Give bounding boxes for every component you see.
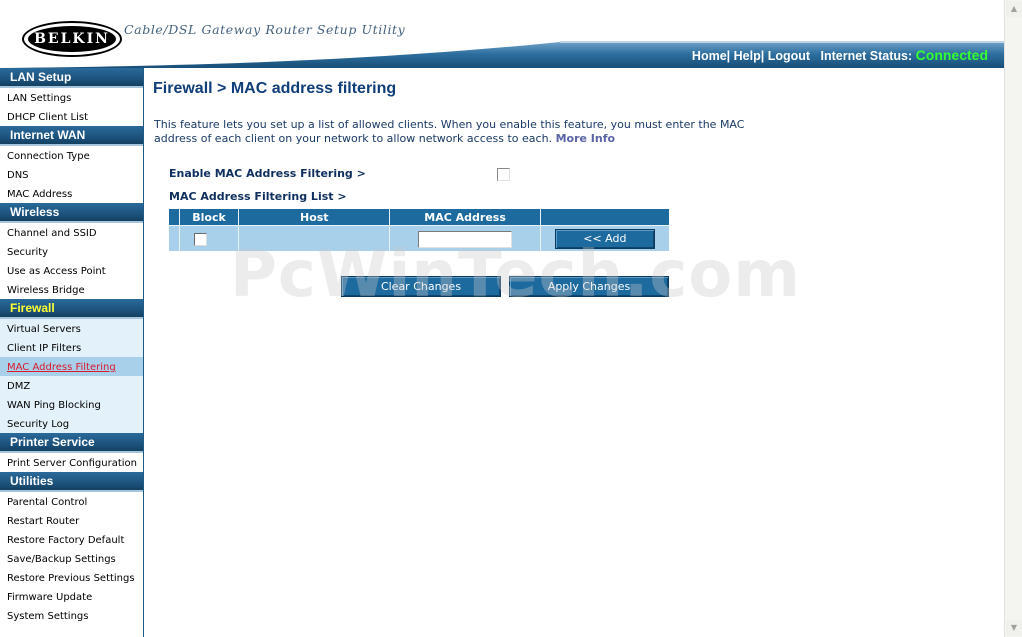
nav-section-wireless: Wireless [0,203,143,223]
nav-section-lan-setup: LAN Setup [0,68,143,88]
nav-item-channel-ssid[interactable]: Channel and SSID [0,223,143,242]
column-header-action [540,209,669,225]
nav-section-printer-service: Printer Service [0,433,143,453]
main-content: Firewall > MAC address filtering This fe… [153,80,1003,297]
nav-item-parental-control[interactable]: Parental Control [0,492,143,511]
add-button[interactable]: << Add [554,228,655,249]
scroll-down-icon[interactable]: ▼ [1006,620,1022,636]
filtering-list-label: MAC Address Filtering List > [169,190,347,203]
internet-status-value: Connected [915,47,988,63]
column-header-host: Host [239,209,391,225]
vertical-scrollbar[interactable]: ▲ ▼ [1004,0,1022,637]
home-link[interactable]: Home [692,49,727,63]
page-description: This feature lets you set up a list of a… [154,118,754,146]
more-info-link[interactable]: More Info [556,132,616,145]
host-cell [239,225,391,251]
enable-filtering-label: Enable MAC Address Filtering > [169,167,366,180]
column-header-block: Block [180,209,240,225]
internet-status-label: Internet Status: [820,49,913,63]
nav-item-restart-router[interactable]: Restart Router [0,511,143,530]
enable-filtering-checkbox[interactable] [497,168,510,181]
add-cell: << Add [540,225,669,251]
nav-item-print-server-config[interactable]: Print Server Configuration [0,453,143,472]
mac-address-input[interactable] [418,231,513,248]
sidebar-nav: LAN Setup LAN Settings DHCP Client List … [0,68,144,637]
nav-item-security[interactable]: Security [0,242,143,261]
logout-link[interactable]: Logout [768,49,810,63]
nav-item-mac-address[interactable]: MAC Address [0,184,143,203]
mac-filter-table: Block Host MAC Address << Add [169,209,669,251]
nav-item-restore-previous-settings[interactable]: Restore Previous Settings [0,568,143,587]
nav-item-access-point[interactable]: Use as Access Point [0,261,143,280]
nav-section-firewall: Firewall [0,299,143,319]
nav-section-internet-wan: Internet WAN [0,126,143,146]
description-text: This feature lets you set up a list of a… [154,118,745,145]
app-subtitle: Cable/DSL Gateway Router Setup Utility [124,22,406,37]
nav-item-lan-settings[interactable]: LAN Settings [0,88,143,107]
nav-item-dmz[interactable]: DMZ [0,376,143,395]
table-row: << Add [169,225,669,251]
nav-item-security-log[interactable]: Security Log [0,414,143,433]
column-header-spacer [169,209,181,225]
nav-item-wan-ping-blocking[interactable]: WAN Ping Blocking [0,395,143,414]
nav-item-firmware-update[interactable]: Firmware Update [0,587,143,606]
help-link[interactable]: Help [734,49,761,63]
nav-item-mac-address-filtering[interactable]: MAC Address Filtering [0,357,143,376]
nav-item-virtual-servers[interactable]: Virtual Servers [0,319,143,338]
block-cell [180,225,240,251]
apply-changes-button[interactable]: Apply Changes [509,276,669,297]
column-header-mac-address: MAC Address [390,209,541,225]
nav-item-restore-factory-default[interactable]: Restore Factory Default [0,530,143,549]
nav-item-dns[interactable]: DNS [0,165,143,184]
header: BELKIN Cable/DSL Gateway Router Setup Ut… [0,0,1004,68]
row-spacer [169,225,181,251]
nav-item-system-settings[interactable]: System Settings [0,606,143,625]
clear-changes-button[interactable]: Clear Changes [341,276,501,297]
mac-address-cell [390,225,541,251]
nav-item-dhcp-client-list[interactable]: DHCP Client List [0,107,143,126]
nav-item-save-backup-settings[interactable]: Save/Backup Settings [0,549,143,568]
nav-section-utilities: Utilities [0,472,143,492]
scroll-up-icon[interactable]: ▲ [1006,1,1022,17]
nav-item-client-ip-filters[interactable]: Client IP Filters [0,338,143,357]
block-checkbox[interactable] [194,233,208,246]
nav-item-connection-type[interactable]: Connection Type [0,146,143,165]
header-links: Home| Help| Logout Internet Status: Conn… [691,47,988,63]
nav-item-wireless-bridge[interactable]: Wireless Bridge [0,280,143,299]
page-title: Firewall > MAC address filtering [153,80,397,97]
